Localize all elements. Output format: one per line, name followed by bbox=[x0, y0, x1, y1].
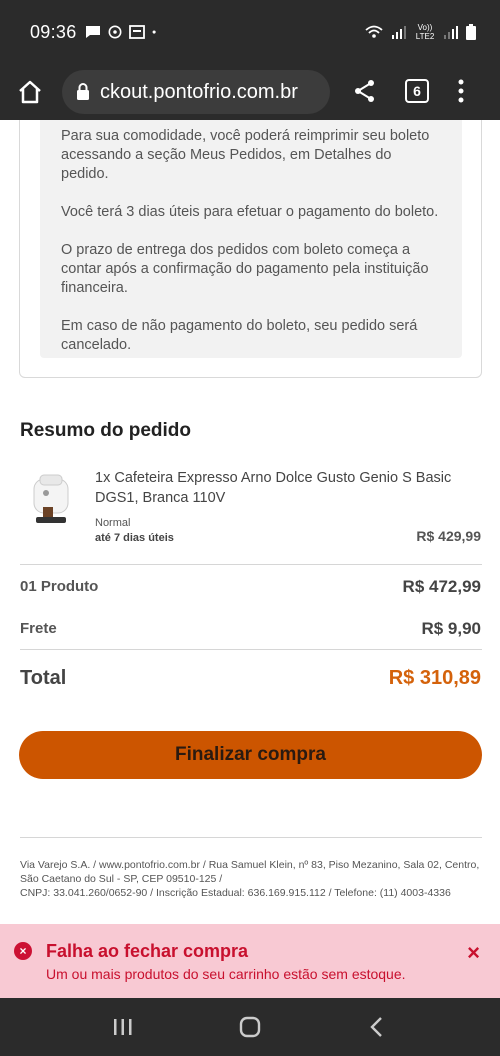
shipping-time: até 7 dias úteis bbox=[95, 532, 174, 544]
info-paragraph: O prazo de entrega dos pedidos com bolet… bbox=[61, 242, 429, 296]
info-paragraph: Em caso de não pagamento do boleto, seu … bbox=[61, 318, 418, 353]
back-icon bbox=[369, 1017, 382, 1037]
wifi-icon bbox=[365, 25, 383, 38]
status-bar: 09:36 Vo)) LTE2 bbox=[0, 0, 500, 64]
finalize-purchase-button[interactable]: Finalizar compra bbox=[19, 731, 482, 779]
close-icon[interactable]: × bbox=[467, 940, 480, 966]
shipping-type: Normal bbox=[95, 517, 131, 529]
toast-message: Um ou mais produtos do seu carrinho estã… bbox=[46, 966, 406, 982]
home-button[interactable] bbox=[16, 78, 44, 111]
home-icon bbox=[19, 80, 41, 104]
total-value: R$ 310,89 bbox=[388, 667, 481, 689]
home-nav-button[interactable] bbox=[235, 1012, 265, 1042]
info-paragraph: Você terá 3 dias úteis para efetuar o pa… bbox=[61, 204, 439, 220]
browser-toolbar: ckout.pontofrio.com.br 6 bbox=[0, 64, 500, 120]
calendar-icon bbox=[128, 25, 145, 39]
total-label: Total bbox=[20, 667, 67, 689]
products-label: 01 Produto bbox=[20, 578, 99, 595]
footer-registration: CNPJ: 33.041.260/0652-90 / Inscrição Est… bbox=[20, 887, 451, 899]
boleto-info-card: Para sua comodidade, você poderá reimpri… bbox=[19, 120, 482, 378]
back-button[interactable] bbox=[362, 1012, 392, 1042]
error-icon: × bbox=[14, 942, 32, 960]
network-label: Vo)) LTE2 bbox=[415, 23, 435, 41]
summary-title: Resumo do pedido bbox=[20, 420, 191, 441]
notification-icons bbox=[85, 25, 161, 39]
freight-value: R$ 9,90 bbox=[421, 619, 481, 638]
divider bbox=[20, 564, 482, 565]
share-button[interactable] bbox=[352, 78, 378, 109]
battery-icon bbox=[466, 24, 476, 40]
product-image bbox=[33, 474, 69, 523]
toast-title: Falha ao fechar compra bbox=[46, 941, 249, 961]
dot-icon bbox=[152, 30, 156, 34]
recent-apps-button[interactable] bbox=[108, 1012, 138, 1042]
share-icon bbox=[355, 80, 374, 102]
tab-switcher-button[interactable]: 6 bbox=[405, 79, 429, 103]
product-name: 1x Cafeteira Expresso Arno Dolce Gusto G… bbox=[95, 470, 452, 506]
products-value: R$ 472,99 bbox=[402, 577, 481, 596]
footer-address: Via Varejo S.A. / www.pontofrio.com.br /… bbox=[20, 859, 480, 885]
footer-divider bbox=[20, 837, 482, 838]
system-nav-bar bbox=[0, 998, 500, 1056]
menu-button[interactable] bbox=[456, 78, 466, 109]
url-text: ckout.pontofrio.com.br bbox=[100, 80, 298, 103]
status-indicators: Vo)) LTE2 bbox=[364, 23, 476, 41]
whatsapp-icon bbox=[108, 25, 122, 39]
product-price: R$ 429,99 bbox=[416, 528, 481, 544]
status-time: 09:36 bbox=[30, 21, 77, 42]
info-paragraph: Para sua comodidade, você poderá reimpri… bbox=[61, 128, 430, 182]
address-bar[interactable]: ckout.pontofrio.com.br bbox=[62, 70, 330, 114]
recents-icon bbox=[114, 1019, 132, 1035]
divider bbox=[20, 649, 482, 650]
boleto-info-box: Para sua comodidade, você poderá reimpri… bbox=[40, 120, 462, 358]
more-vert-icon bbox=[458, 79, 464, 103]
signal-icon bbox=[392, 26, 406, 39]
home-circle-icon bbox=[239, 1016, 261, 1038]
product-item: 1x Cafeteira Expresso Arno Dolce Gusto G… bbox=[0, 465, 500, 555]
freight-label: Frete bbox=[20, 620, 57, 637]
page-content: Para sua comodidade, você poderá reimpri… bbox=[0, 120, 500, 924]
message-icon bbox=[85, 26, 100, 38]
error-toast: × Falha ao fechar compra Um ou mais prod… bbox=[0, 924, 500, 998]
signal-icon-2 bbox=[444, 26, 458, 39]
company-footer: Via Varejo S.A. / www.pontofrio.com.br /… bbox=[20, 858, 485, 900]
lock-icon bbox=[77, 83, 89, 100]
